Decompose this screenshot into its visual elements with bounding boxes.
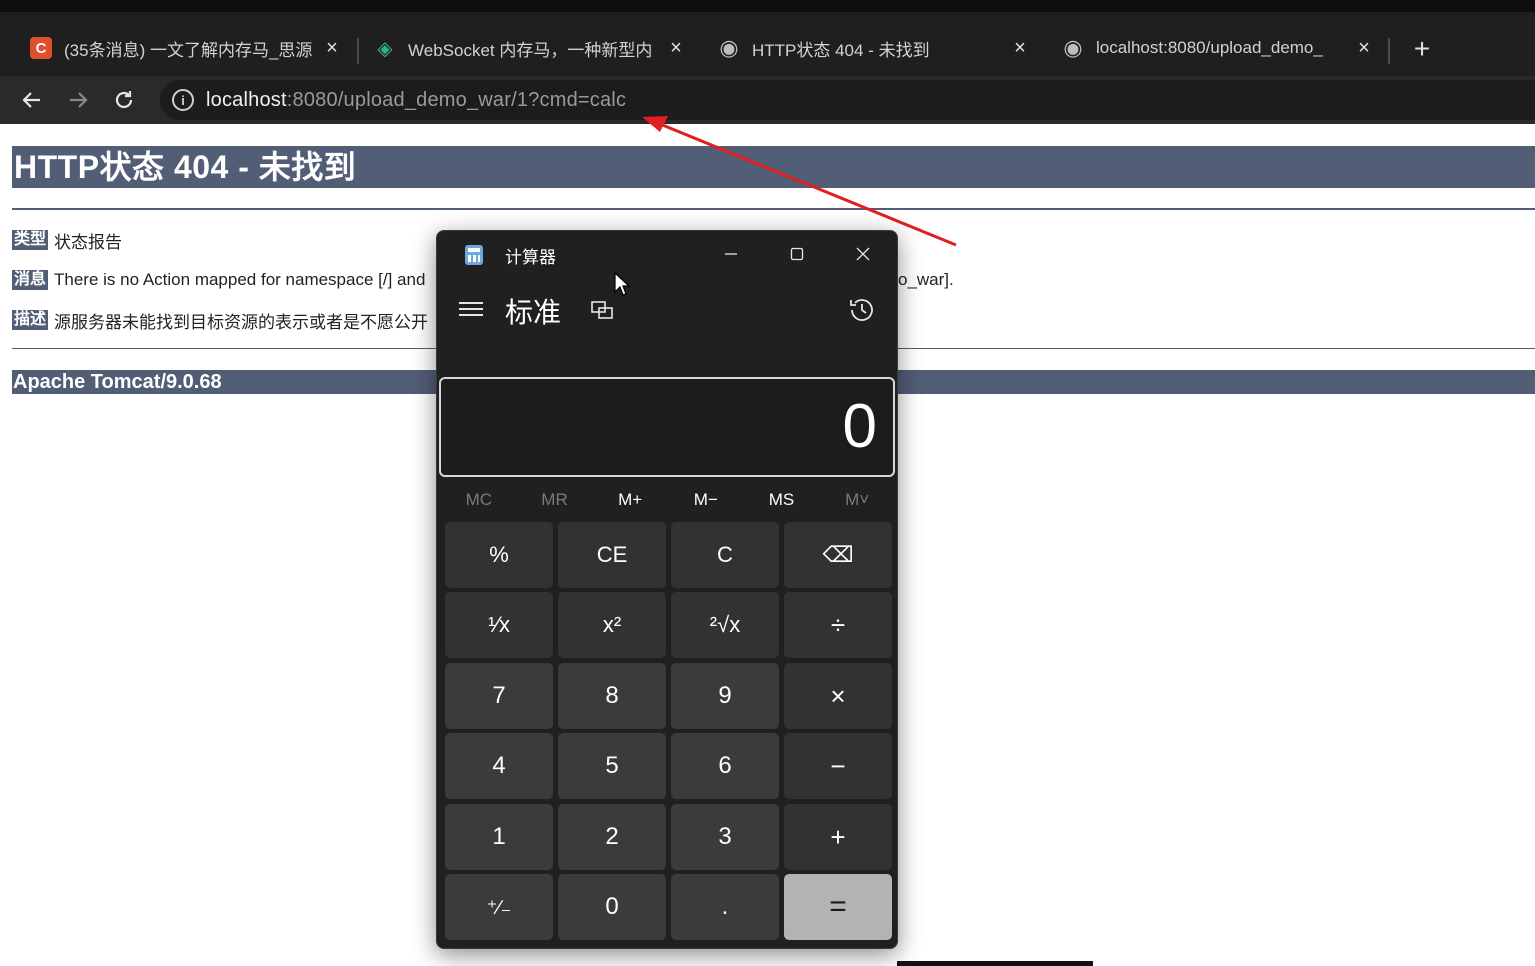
divide-key[interactable]: ÷ bbox=[784, 592, 892, 658]
shield-icon: ◈ bbox=[377, 37, 393, 60]
digit-7-key[interactable]: 7 bbox=[445, 663, 553, 729]
tab-bar: C (35条消息) 一文了解内存马_思源 × ◈ WebSocket 内存马，一… bbox=[0, 12, 1535, 78]
calculator-app-name: 计算器 bbox=[505, 248, 556, 267]
url-text: localhost:8080/upload_demo_war/1?cmd=cal… bbox=[206, 89, 626, 112]
taskbar-edge bbox=[897, 961, 1093, 966]
memory-row: MC MR M+ M− MS M˅ bbox=[441, 487, 895, 513]
digit-6-key[interactable]: 6 bbox=[671, 733, 779, 799]
minimize-icon bbox=[725, 253, 737, 255]
tab-title: WebSocket 内存马，一种新型内 bbox=[408, 40, 653, 60]
tab-title: localhost:8080/upload_demo_ bbox=[1096, 38, 1323, 57]
digit-4-key[interactable]: 4 bbox=[445, 733, 553, 799]
tab-separator bbox=[357, 38, 359, 64]
add-key[interactable]: + bbox=[784, 804, 892, 870]
subtract-key[interactable]: − bbox=[784, 733, 892, 799]
memory-clear-button[interactable]: MC bbox=[441, 487, 517, 513]
tab-websocket[interactable]: ◈ WebSocket 内存马，一种新型内 × bbox=[374, 32, 686, 64]
digit-2-key[interactable]: 2 bbox=[558, 804, 666, 870]
message-tail: o_war]. bbox=[898, 270, 954, 289]
calculator-display: 0 bbox=[439, 377, 895, 477]
tab-localhost[interactable]: ◉ localhost:8080/upload_demo_ × bbox=[1062, 32, 1374, 64]
history-icon[interactable] bbox=[847, 295, 877, 325]
digit-9-key[interactable]: 9 bbox=[671, 663, 779, 729]
memory-subtract-button[interactable]: M− bbox=[668, 487, 744, 513]
memory-list-button[interactable]: M˅ bbox=[819, 487, 895, 513]
memory-add-button[interactable]: M+ bbox=[592, 487, 668, 513]
tab-csdn[interactable]: C (35条消息) 一文了解内存马_思源 × bbox=[30, 32, 342, 64]
square-root-key[interactable]: ²√x bbox=[671, 592, 779, 658]
close-icon[interactable]: × bbox=[322, 32, 342, 64]
type-row: 类型 状态报告 bbox=[12, 229, 123, 252]
multiply-key[interactable]: × bbox=[784, 663, 892, 729]
divider bbox=[12, 208, 1535, 210]
maximize-icon bbox=[790, 247, 804, 261]
close-icon bbox=[856, 247, 870, 261]
message-label: 消息 bbox=[12, 270, 49, 290]
keypad: % CE C ⌫ ¹⁄x x² ²√x ÷ 7 8 9 × 4 5 6 − 1 … bbox=[445, 522, 893, 942]
browser-toolbar: i localhost:8080/upload_demo_war/1?cmd=c… bbox=[0, 76, 1535, 124]
reload-icon bbox=[115, 91, 133, 109]
percent-key[interactable]: % bbox=[445, 522, 553, 588]
description-row: 描述 源服务器未能找到目标资源的表示或者是不愿公开 bbox=[12, 309, 429, 332]
server-version: Apache Tomcat/9.0.68 bbox=[13, 371, 222, 393]
info-icon[interactable]: i bbox=[172, 89, 194, 111]
mouse-cursor-icon bbox=[614, 272, 630, 296]
arrow-right-icon bbox=[70, 92, 88, 108]
page-title: HTTP状态 404 - 未找到 bbox=[14, 149, 357, 185]
decimal-key[interactable]: . bbox=[671, 874, 779, 940]
hamburger-menu-icon[interactable] bbox=[459, 297, 483, 321]
close-icon[interactable]: × bbox=[1010, 32, 1030, 64]
square-key[interactable]: x² bbox=[558, 592, 666, 658]
message-value: There is no Action mapped for namespace … bbox=[54, 270, 426, 289]
calculator-window[interactable]: 计算器 标准 0 MC MR M+ M− MS M˅ % CE C ⌫ ¹⁄x … bbox=[436, 230, 898, 949]
equals-key[interactable]: = bbox=[784, 874, 892, 940]
keep-on-top-icon[interactable] bbox=[589, 297, 615, 323]
csdn-c-icon: C bbox=[30, 37, 52, 59]
digit-1-key[interactable]: 1 bbox=[445, 804, 553, 870]
url-path: :8080/upload_demo_war/1?cmd=calc bbox=[286, 88, 627, 111]
digit-0-key[interactable]: 0 bbox=[558, 874, 666, 940]
calculator-titlebar[interactable]: 计算器 bbox=[437, 231, 897, 277]
url-host: localhost bbox=[206, 88, 287, 111]
tab-separator bbox=[1388, 38, 1390, 64]
description-label: 描述 bbox=[12, 310, 49, 330]
digit-3-key[interactable]: 3 bbox=[671, 804, 779, 870]
arrow-left-icon bbox=[22, 92, 40, 108]
calculator-mode-title: 标准 bbox=[505, 297, 562, 328]
display-value: 0 bbox=[842, 392, 877, 461]
calculator-app-icon bbox=[465, 245, 483, 265]
digit-8-key[interactable]: 8 bbox=[558, 663, 666, 729]
clear-entry-key[interactable]: CE bbox=[558, 522, 666, 588]
close-icon[interactable]: × bbox=[1354, 32, 1374, 64]
globe-icon: ◉ bbox=[719, 35, 739, 60]
globe-icon: ◉ bbox=[1063, 35, 1083, 60]
error-heading-bar: HTTP状态 404 - 未找到 bbox=[12, 146, 1535, 188]
maximize-button[interactable] bbox=[775, 239, 819, 269]
window-top-edge bbox=[0, 0, 1535, 12]
description-value: 源服务器未能找到目标资源的表示或者是不愿公开 bbox=[54, 312, 429, 332]
close-icon[interactable]: × bbox=[666, 32, 686, 64]
reload-button[interactable] bbox=[108, 84, 140, 116]
tab-title: HTTP状态 404 - 未找到 bbox=[752, 40, 930, 60]
memory-store-button[interactable]: MS bbox=[744, 487, 820, 513]
calculator-header: 标准 bbox=[437, 287, 897, 337]
memory-recall-button[interactable]: MR bbox=[517, 487, 593, 513]
close-window-button[interactable] bbox=[841, 239, 885, 269]
type-value: 状态报告 bbox=[54, 232, 123, 252]
message-row: 消息 There is no Action mapped for namespa… bbox=[12, 269, 425, 291]
backspace-key[interactable]: ⌫ bbox=[784, 522, 892, 588]
tab-http-404[interactable]: ◉ HTTP状态 404 - 未找到 × bbox=[718, 32, 1030, 64]
address-bar[interactable]: i localhost:8080/upload_demo_war/1?cmd=c… bbox=[160, 80, 1535, 120]
back-button[interactable] bbox=[16, 84, 48, 116]
new-tab-button[interactable]: + bbox=[1408, 35, 1436, 64]
type-label: 类型 bbox=[12, 230, 49, 250]
forward-button[interactable] bbox=[62, 84, 94, 116]
reciprocal-key[interactable]: ¹⁄x bbox=[445, 592, 553, 658]
clear-key[interactable]: C bbox=[671, 522, 779, 588]
digit-5-key[interactable]: 5 bbox=[558, 733, 666, 799]
negate-key[interactable]: ⁺∕₋ bbox=[445, 874, 553, 940]
minimize-button[interactable] bbox=[709, 239, 753, 269]
tab-title: (35条消息) 一文了解内存马_思源 bbox=[64, 40, 313, 60]
